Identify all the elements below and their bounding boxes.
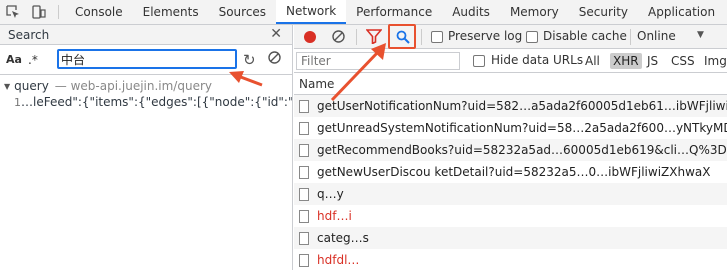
annotation-arrows xyxy=(229,43,386,102)
